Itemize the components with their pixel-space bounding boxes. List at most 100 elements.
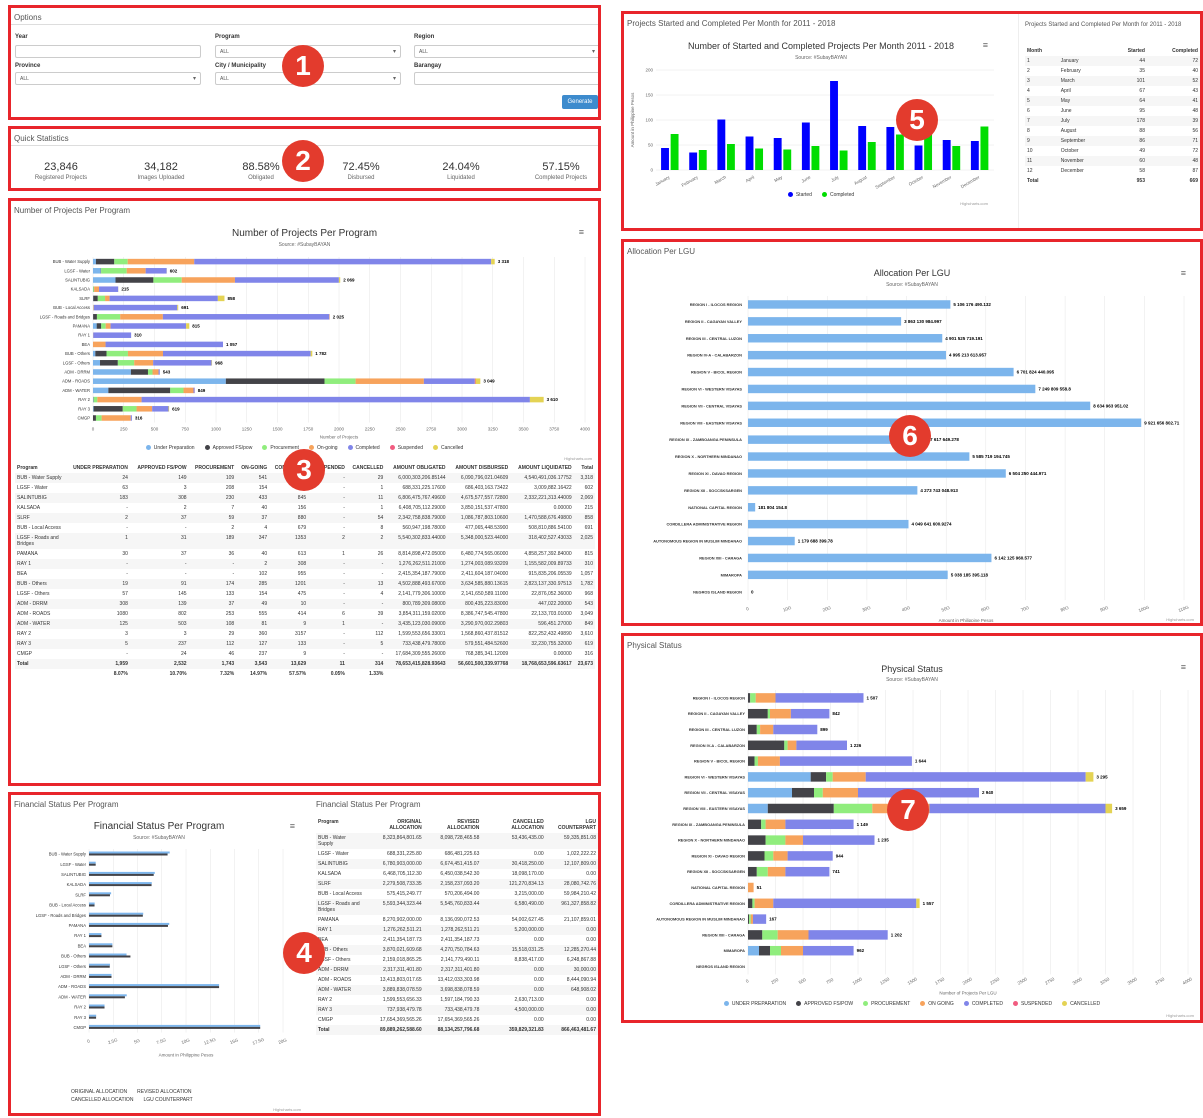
bar-original[interactable] xyxy=(89,902,95,905)
column-header[interactable]: Program xyxy=(316,817,364,833)
bar-segment[interactable] xyxy=(491,258,495,265)
chart-menu-icon[interactable]: ≡ xyxy=(1181,662,1186,672)
bar-segment[interactable] xyxy=(748,708,768,719)
bar-segment[interactable] xyxy=(748,866,757,877)
bar-segment[interactable] xyxy=(158,369,160,375)
bar-segment[interactable] xyxy=(108,387,171,394)
bar-segment[interactable] xyxy=(93,323,97,329)
bar-segment[interactable] xyxy=(134,360,154,366)
bar-segment[interactable] xyxy=(748,693,751,703)
bar-segment[interactable] xyxy=(100,360,118,366)
bar-segment[interactable] xyxy=(757,756,780,766)
province-select[interactable]: ALL ▾ xyxy=(15,72,201,85)
column-header[interactable]: AMOUNT OBLIGATED xyxy=(385,463,447,473)
bar-segment[interactable] xyxy=(767,803,834,814)
bar-original[interactable] xyxy=(89,922,170,925)
bar-allocation[interactable] xyxy=(748,367,1014,377)
legend-item[interactable]: CANCELLED xyxy=(1062,1001,1100,1007)
bar-segment[interactable] xyxy=(310,350,313,357)
bar-allocation[interactable] xyxy=(748,503,756,512)
bar-segment[interactable] xyxy=(752,898,755,909)
bar-segment[interactable] xyxy=(93,268,101,274)
legend-item[interactable]: COMPLETED xyxy=(963,1001,1003,1007)
bar-segment[interactable] xyxy=(810,772,827,782)
column-header[interactable]: UNDER PREPARATION xyxy=(65,463,130,473)
bar-segment[interactable] xyxy=(94,286,100,292)
bar-original[interactable] xyxy=(89,933,102,936)
bar-segment[interactable] xyxy=(749,914,751,924)
bar-revised[interactable] xyxy=(89,955,131,958)
bar-segment[interactable] xyxy=(93,295,98,302)
bar-segment[interactable] xyxy=(762,930,778,940)
bar-allocation[interactable] xyxy=(748,536,795,546)
bar-segment[interactable] xyxy=(760,724,774,735)
bar-segment[interactable] xyxy=(808,930,888,940)
legend-item[interactable]: CANCELLED ALLOCATION xyxy=(71,1097,133,1103)
bar-segment[interactable] xyxy=(101,323,106,329)
bar-segment[interactable] xyxy=(785,819,854,830)
bar-segment[interactable] xyxy=(787,740,797,751)
bar-segment[interactable] xyxy=(1085,772,1094,782)
column-header[interactable]: Month xyxy=(1025,46,1059,56)
bar-segment[interactable] xyxy=(759,945,770,956)
legend-item[interactable]: Approved FS/pow xyxy=(204,445,252,451)
column-header[interactable]: ORIGINAL ALLOCATION xyxy=(364,817,424,833)
bar-allocation[interactable] xyxy=(748,384,1036,394)
bar-segment[interactable] xyxy=(756,724,761,735)
bar-segment[interactable] xyxy=(916,898,920,909)
bar-segment[interactable] xyxy=(109,295,218,302)
bar-segment[interactable] xyxy=(822,787,858,798)
column-header[interactable]: REVISED ALLOCATION xyxy=(424,817,482,833)
bar-started[interactable] xyxy=(689,152,698,171)
bar-allocation[interactable] xyxy=(748,553,992,563)
bar-segment[interactable] xyxy=(120,314,163,320)
legend-item[interactable]: REVISED ALLOCATION xyxy=(137,1089,191,1095)
bar-completed[interactable] xyxy=(783,149,792,171)
bar-segment[interactable] xyxy=(93,258,96,265)
bar-segment[interactable] xyxy=(93,341,106,348)
bar-segment[interactable] xyxy=(784,740,788,751)
legend-item[interactable]: On-going xyxy=(308,445,338,451)
bar-segment[interactable] xyxy=(105,341,224,348)
bar-segment[interactable] xyxy=(826,772,833,782)
bar-segment[interactable] xyxy=(141,396,530,403)
bar-original[interactable] xyxy=(89,1004,105,1007)
bar-segment[interactable] xyxy=(130,369,148,375)
bar-allocation[interactable] xyxy=(748,452,970,461)
bar-original[interactable] xyxy=(89,973,112,976)
bar-completed[interactable] xyxy=(895,134,904,171)
bar-started[interactable] xyxy=(773,138,782,170)
bar-segment[interactable] xyxy=(162,350,311,357)
bar-segment[interactable] xyxy=(748,756,755,766)
bar-started[interactable] xyxy=(914,145,923,171)
bar-original[interactable] xyxy=(89,994,127,997)
bar-segment[interactable] xyxy=(765,835,786,845)
bar-segment[interactable] xyxy=(93,314,97,320)
bar-segment[interactable] xyxy=(181,277,235,283)
bar-original[interactable] xyxy=(89,984,220,987)
bar-original[interactable] xyxy=(89,963,110,966)
legend-item[interactable]: Completed xyxy=(821,192,854,198)
bar-segment[interactable] xyxy=(93,369,131,375)
bar-segment[interactable] xyxy=(96,314,121,320)
bar-segment[interactable] xyxy=(832,772,866,782)
bar-original[interactable] xyxy=(89,1024,261,1027)
bar-segment[interactable] xyxy=(93,277,116,283)
bar-segment[interactable] xyxy=(765,819,786,830)
bar-revised[interactable] xyxy=(89,986,220,989)
bar-segment[interactable] xyxy=(183,387,194,394)
bar-revised[interactable] xyxy=(89,1026,261,1029)
legend-item[interactable]: PROCUREMENT xyxy=(863,1001,910,1007)
bar-segment[interactable] xyxy=(748,898,753,909)
bar-segment[interactable] xyxy=(781,945,803,956)
bar-original[interactable] xyxy=(89,912,144,915)
generate-button[interactable]: Generate xyxy=(562,95,598,109)
bar-started[interactable] xyxy=(745,136,754,171)
bar-segment[interactable] xyxy=(93,350,96,357)
bar-segment[interactable] xyxy=(93,387,109,394)
bar-segment[interactable] xyxy=(324,378,356,384)
column-header[interactable]: AMOUNT LIQUIDATED xyxy=(510,463,573,473)
year-input[interactable] xyxy=(15,45,201,58)
bar-segment[interactable] xyxy=(748,914,750,924)
bar-revised[interactable] xyxy=(89,1016,97,1019)
